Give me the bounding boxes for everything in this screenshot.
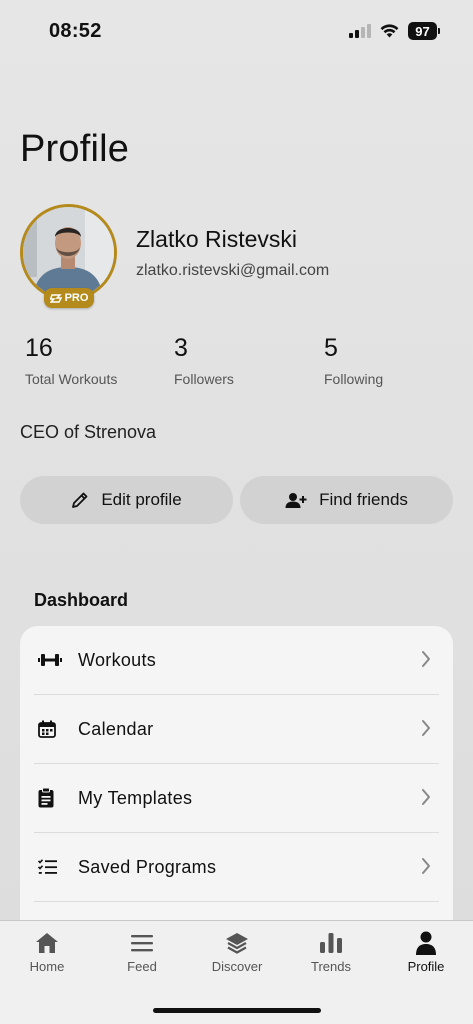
chevron-right-icon [422, 789, 430, 805]
tab-label: Discover [211, 959, 263, 974]
wifi-icon [380, 24, 399, 38]
stat-label: Total Workouts [25, 371, 118, 387]
status-icons: 97 [349, 22, 440, 40]
stat-value: 16 [25, 334, 53, 362]
user-name: Zlatko Ristevski [136, 226, 298, 252]
status-bar: 08:52 97 [0, 0, 473, 60]
chevron-right-icon [422, 651, 430, 667]
edit-profile-label: Edit profile [101, 490, 182, 509]
add-user-icon [285, 492, 307, 508]
tab-trends[interactable]: Trends [291, 929, 371, 974]
page-title: Profile [20, 128, 130, 170]
stat-label: Following [324, 371, 384, 387]
stat-value: 3 [174, 334, 188, 362]
profile-bio: CEO of Strenova [20, 422, 157, 442]
cellular-signal-icon [349, 24, 371, 38]
tab-profile[interactable]: Profile [386, 929, 466, 974]
menu-icon [131, 929, 153, 957]
stat-following[interactable]: 5 Following [324, 334, 383, 387]
stat-label: Followers [174, 371, 234, 387]
dashboard-item-calendar[interactable]: Calendar [34, 695, 439, 764]
checklist-icon [38, 859, 68, 875]
dashboard-title: Dashboard [34, 590, 129, 610]
find-friends-label: Find friends [319, 490, 408, 509]
tab-discover[interactable]: Discover [197, 929, 277, 974]
stat-value: 5 [324, 334, 338, 362]
pencil-icon [72, 492, 88, 508]
dashboard-item-label: Saved Programs [78, 856, 217, 877]
calendar-icon [38, 720, 68, 738]
edit-profile-button[interactable]: Edit profile [20, 476, 233, 524]
tab-feed[interactable]: Feed [102, 929, 182, 974]
tab-label: Home [29, 959, 65, 974]
layers-icon [225, 929, 249, 957]
dumbbell-icon [38, 653, 68, 667]
battery-indicator: 97 [408, 22, 440, 40]
dashboard-item-label: Workouts [78, 649, 157, 670]
stat-total-workouts[interactable]: 16 Total Workouts [25, 334, 117, 387]
find-friends-button[interactable]: Find friends [240, 476, 453, 524]
avatar-photo [23, 207, 114, 298]
person-icon [415, 929, 437, 957]
pro-badge: PRO [44, 288, 94, 308]
strenova-logo-icon [49, 293, 62, 303]
avatar-container[interactable]: PRO [20, 204, 117, 308]
home-icon [35, 929, 59, 957]
stat-followers[interactable]: 3 Followers [174, 334, 234, 387]
home-indicator [153, 1008, 321, 1013]
user-email: zlatko.ristevski@gmail.com [136, 262, 330, 279]
avatar[interactable] [20, 204, 117, 301]
dashboard-item-label: Calendar [78, 718, 154, 739]
chevron-right-icon [422, 720, 430, 736]
dashboard-item-label: My Templates [78, 787, 193, 808]
chevron-right-icon [422, 858, 430, 874]
dashboard-item-my-templates[interactable]: My Templates [34, 764, 439, 833]
tab-label: Profile [407, 959, 445, 974]
clipboard-icon [38, 788, 68, 808]
tab-label: Trends [311, 959, 351, 974]
dashboard-item-workouts[interactable]: Workouts [34, 626, 439, 695]
status-time: 08:52 [49, 20, 102, 42]
tab-home[interactable]: Home [7, 929, 87, 974]
dashboard-card: Workouts Calendar My Templates Saved Pro… [20, 626, 453, 946]
tab-label: Feed [127, 959, 157, 974]
bar-chart-icon [319, 929, 343, 957]
pro-badge-label: PRO [64, 292, 89, 304]
dashboard-item-saved-programs[interactable]: Saved Programs [34, 833, 439, 902]
